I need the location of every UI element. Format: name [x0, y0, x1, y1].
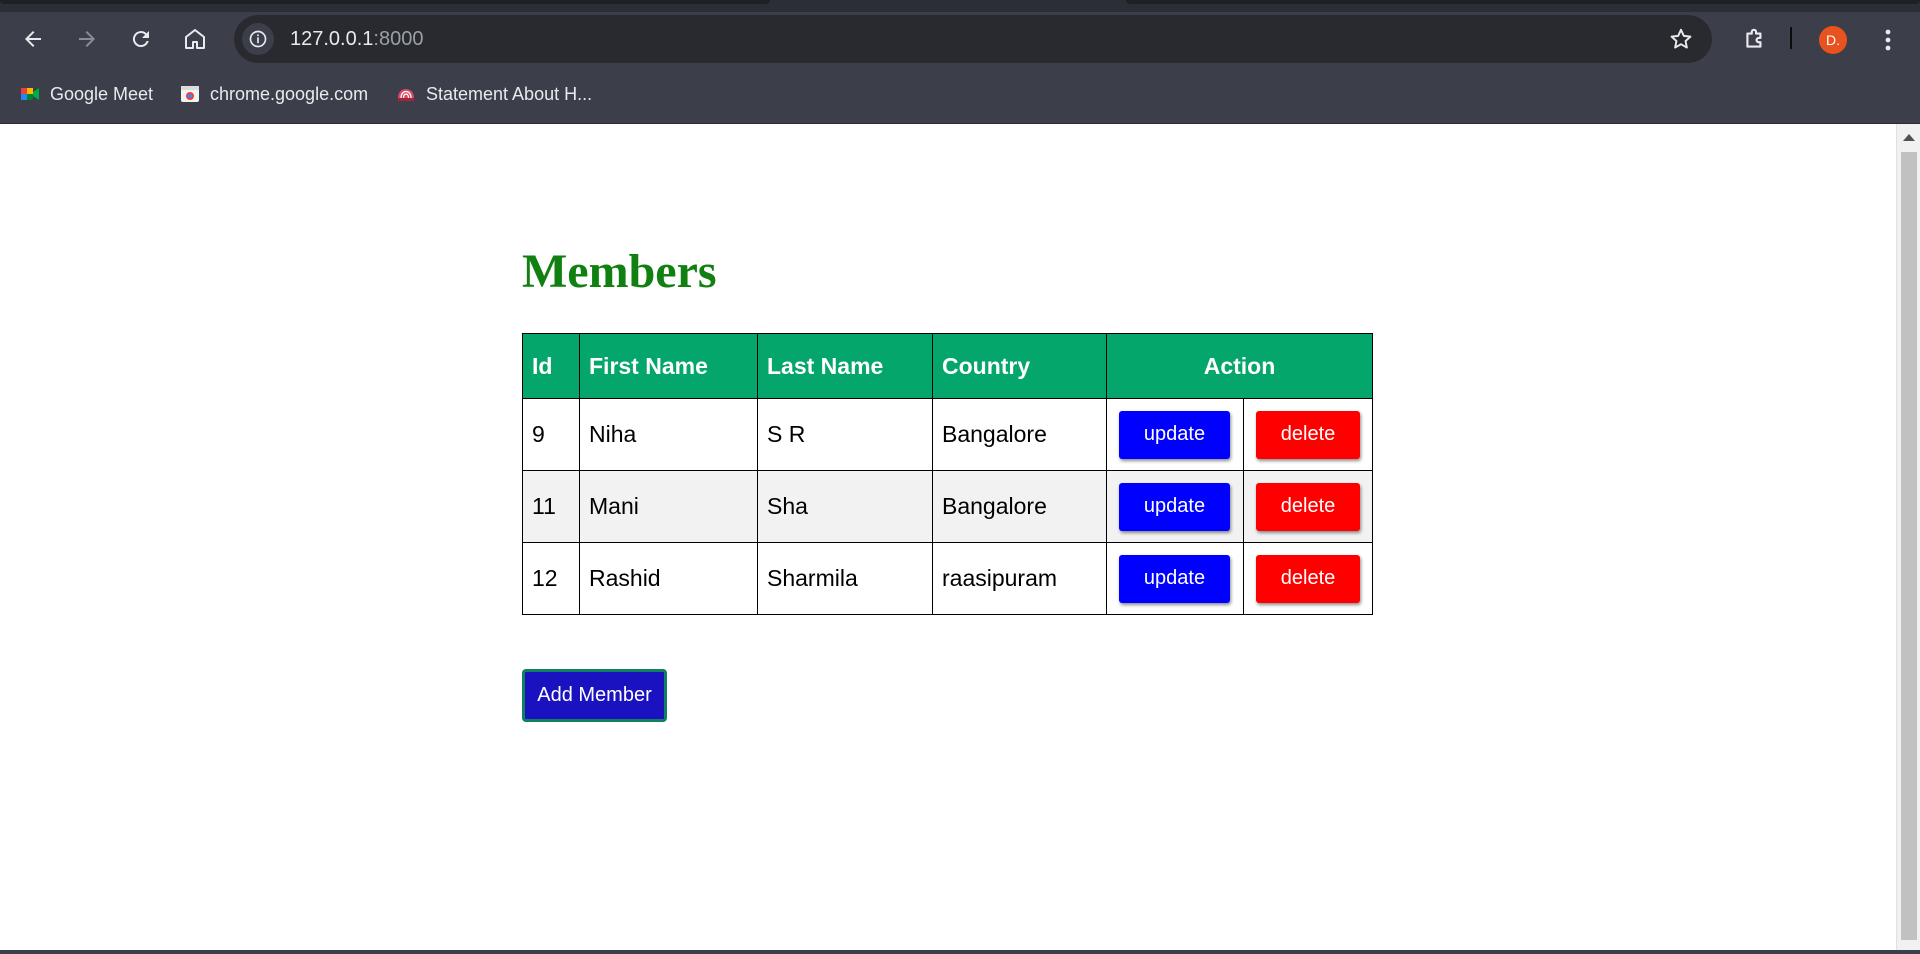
- update-button[interactable]: update: [1119, 482, 1230, 531]
- cell-last-name: Sharmila: [757, 542, 933, 615]
- bookmarks-bar: Google Meet chrome.google.com Statement …: [0, 64, 1920, 124]
- delete-button[interactable]: delete: [1256, 410, 1360, 459]
- table-row: 9 Niha S R Bangalore update delete: [522, 398, 1373, 471]
- members-table: Id First Name Last Name Country Action 9…: [522, 333, 1373, 615]
- bookmark-star-icon[interactable]: [1668, 26, 1694, 52]
- cell-update: update: [1106, 398, 1244, 471]
- cell-first-name: Mani: [579, 470, 758, 543]
- header-first-name: First Name: [579, 333, 758, 399]
- header-last-name: Last Name: [757, 333, 933, 399]
- cell-first-name: Niha: [579, 398, 758, 471]
- table-header-row: Id First Name Last Name Country Action: [522, 333, 1373, 399]
- home-icon: [185, 29, 205, 49]
- cell-update: update: [1106, 470, 1244, 543]
- table-row: 12 Rashid Sharmila raasipuram update del…: [522, 542, 1373, 615]
- tab-edge: [0, 0, 770, 4]
- toolbar-separator: [1790, 27, 1792, 49]
- cell-country: Bangalore: [932, 470, 1107, 543]
- chrome-web-store-icon: [181, 86, 199, 102]
- home-button[interactable]: [178, 22, 212, 56]
- cell-delete: delete: [1243, 470, 1373, 543]
- puzzle-icon: [1746, 28, 1762, 48]
- back-button[interactable]: [16, 22, 50, 56]
- bookmark-label: Google Meet: [50, 83, 154, 104]
- header-action: Action: [1106, 333, 1373, 399]
- url-host: 127.0.0.1: [290, 28, 374, 50]
- info-icon: [249, 30, 267, 48]
- scrollbar-thumb[interactable]: [1901, 152, 1917, 940]
- cell-delete: delete: [1243, 398, 1373, 471]
- browser-menu-button[interactable]: [1872, 24, 1904, 56]
- google-meet-icon: [21, 88, 39, 100]
- header-country: Country: [932, 333, 1107, 399]
- address-bar[interactable]: 127.0.0.1:8000: [234, 15, 1712, 63]
- bookmark-label: chrome.google.com: [210, 83, 369, 104]
- cell-first-name: Rashid: [579, 542, 758, 615]
- cell-update: update: [1106, 542, 1244, 615]
- site-info-button[interactable]: [242, 23, 274, 55]
- profile-avatar[interactable]: D.: [1819, 26, 1847, 54]
- emblem-icon: [398, 89, 414, 101]
- cell-id: 9: [522, 398, 580, 471]
- url-port: :8000: [373, 28, 424, 50]
- vertical-scrollbar[interactable]: [1896, 124, 1920, 954]
- add-member-button[interactable]: Add Member: [522, 669, 667, 722]
- tab-edge: [1126, 0, 1920, 4]
- more-vertical-icon: [1885, 29, 1891, 51]
- forward-button[interactable]: [70, 22, 104, 56]
- bookmark-google-meet[interactable]: Google Meet: [20, 82, 153, 106]
- delete-button[interactable]: delete: [1256, 554, 1360, 603]
- cell-country: raasipuram: [932, 542, 1107, 615]
- update-button[interactable]: update: [1119, 554, 1230, 603]
- bookmark-chrome-google[interactable]: chrome.google.com: [180, 82, 368, 106]
- table-row: 11 Mani Sha Bangalore update delete: [522, 470, 1373, 543]
- arrow-right-icon: [79, 31, 95, 47]
- browser-toolbar: 127.0.0.1:8000: [0, 12, 1920, 64]
- extensions-button[interactable]: [1738, 22, 1772, 56]
- cell-id: 12: [522, 542, 580, 615]
- header-id: Id: [522, 333, 580, 399]
- bookmark-label: Statement About H...: [426, 83, 593, 104]
- delete-button[interactable]: delete: [1256, 482, 1360, 531]
- page-title: Members: [522, 245, 717, 298]
- url-text[interactable]: 127.0.0.1:8000: [290, 28, 423, 51]
- reload-button[interactable]: [124, 22, 158, 56]
- window-bottom-edge: [0, 950, 1920, 954]
- scroll-up-arrow-icon[interactable]: [1903, 134, 1915, 141]
- bookmark-statement[interactable]: Statement About H...: [396, 82, 592, 106]
- update-button[interactable]: update: [1119, 410, 1230, 459]
- arrow-left-icon: [25, 31, 41, 47]
- reload-icon: [132, 31, 149, 48]
- cell-country: Bangalore: [932, 398, 1107, 471]
- cell-last-name: Sha: [757, 470, 933, 543]
- cell-id: 11: [522, 470, 580, 543]
- cell-last-name: S R: [757, 398, 933, 471]
- cell-delete: delete: [1243, 542, 1373, 615]
